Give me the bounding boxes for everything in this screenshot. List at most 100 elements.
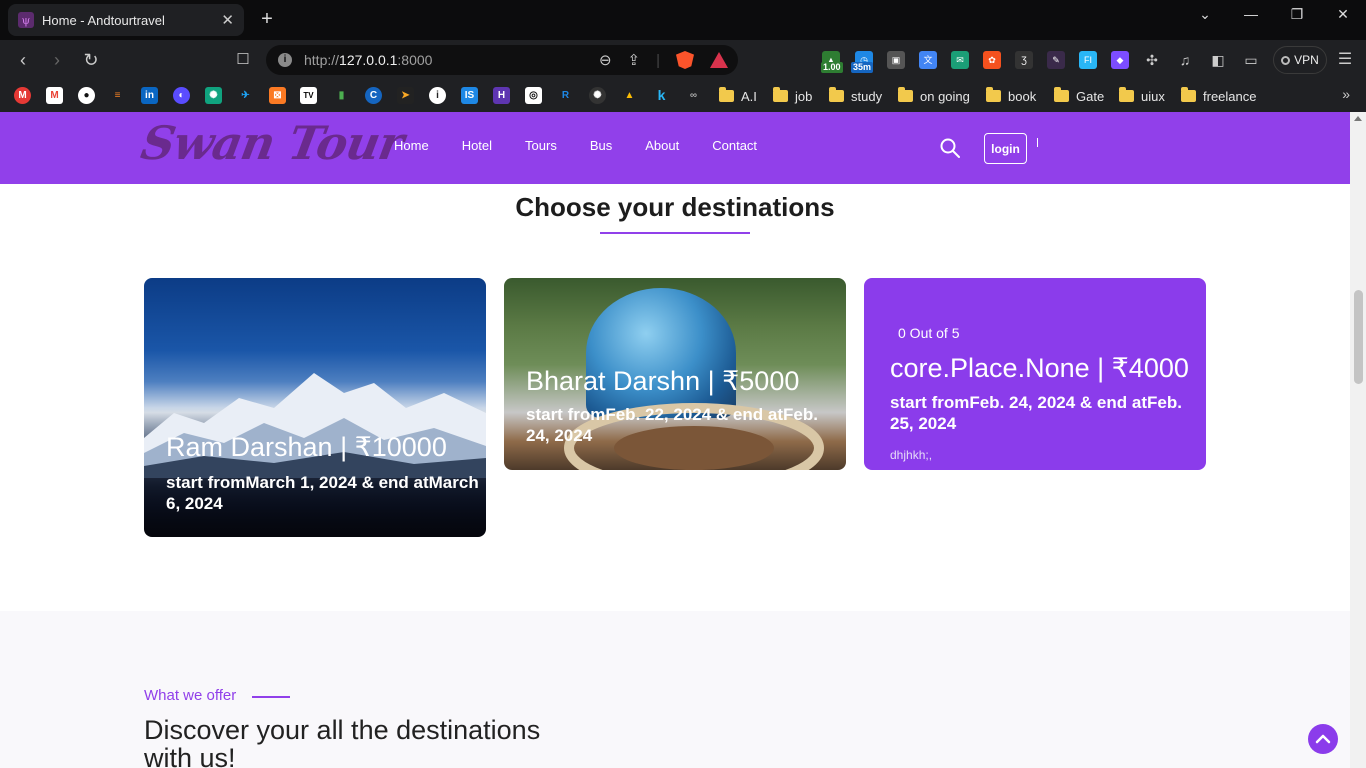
nav-about[interactable]: About <box>645 138 679 153</box>
bookmark-r-icon[interactable]: R <box>557 87 574 104</box>
bookmark-c-icon[interactable]: C <box>365 87 382 104</box>
extension-glyph-icon[interactable]: Ʒ <box>1015 51 1033 69</box>
bookmark-bird-icon[interactable]: ✈ <box>237 87 254 104</box>
bookmarks-overflow-icon[interactable]: » <box>1342 86 1350 102</box>
bookmark-folder-freelance[interactable]: freelance <box>1181 86 1256 106</box>
nav-home[interactable]: Home <box>394 138 429 153</box>
bookmark-messenger-icon[interactable]: ◐ <box>173 87 190 104</box>
new-tab-icon[interactable]: + <box>256 8 278 30</box>
bookmark-tv-icon[interactable]: TV <box>300 87 317 104</box>
card-dates: start fromFeb. 22, 2024 & end atFeb. 24,… <box>526 405 818 445</box>
bookmark-openai-icon[interactable]: ✺ <box>589 87 606 104</box>
tab-title: Home - Andtourtravel <box>42 12 165 28</box>
share-icon[interactable]: ⇪ <box>628 51 641 69</box>
folder-icon <box>773 87 788 102</box>
bookmark-chatgpt-icon[interactable]: ✺ <box>205 87 222 104</box>
site-info-icon[interactable]: i <box>278 53 292 67</box>
search-icon[interactable] <box>940 138 960 158</box>
bookmark-stackoverflow-icon[interactable]: ≡ <box>109 87 126 104</box>
bookmark-page-icon[interactable]: ☐ <box>232 49 254 71</box>
offer-tag-line <box>252 696 290 698</box>
card-title: core.Place.None | ₹4000 <box>890 353 1189 383</box>
bookmark-folder-ai[interactable]: A.I <box>719 86 757 106</box>
extension-mail-icon[interactable]: ✉ <box>951 51 969 69</box>
minimize-window-icon[interactable]: — <box>1236 6 1266 26</box>
reload-icon[interactable]: ↻ <box>80 49 102 71</box>
scrollbar-thumb[interactable] <box>1354 290 1363 384</box>
bookmark-xampp-icon[interactable]: ⊠ <box>269 87 286 104</box>
bookmark-folder-uiux[interactable]: uiux <box>1119 86 1165 106</box>
bookmark-arrow-icon[interactable]: ➤ <box>397 87 414 104</box>
browser-tab-active[interactable]: ψ Home - Andtourtravel ✕ <box>8 4 244 36</box>
folder-icon <box>1181 87 1196 102</box>
scroll-to-top-button[interactable] <box>1308 724 1338 754</box>
address-bar[interactable]: i http://127.0.0.1:8000 ⊖ ⇪ | <box>266 45 738 75</box>
card-title: Ram Darshan | ₹10000 <box>166 432 447 462</box>
vpn-button[interactable]: VPN <box>1273 46 1327 74</box>
bookmark-h-icon[interactable]: H <box>493 87 510 104</box>
browser-tab-bar: ψ Home - Andtourtravel ✕ + ⌄ — ❐ ✕ <box>0 0 1366 40</box>
bookmark-drive-icon[interactable]: ▲ <box>621 87 638 104</box>
bookmark-folder-job[interactable]: job <box>773 86 812 106</box>
destination-card-core-place[interactable]: 0 Out of 5 core.Place.None | ₹4000 start… <box>864 278 1206 470</box>
folder-icon <box>719 87 734 102</box>
card-rating: 0 Out of 5 <box>898 325 960 341</box>
destination-card-bharat-darshn[interactable]: Bharat Darshn | ₹5000 start fromFeb. 22,… <box>504 278 846 470</box>
page-viewport: Swan Tour Home Hotel Tours Bus About Con… <box>0 112 1366 768</box>
bookmark-gmail-icon[interactable]: M <box>46 87 63 104</box>
bookmark-folder-study[interactable]: study <box>829 86 882 106</box>
card-description: dhjhkh;, <box>890 448 933 462</box>
bookmark-m-icon[interactable]: M <box>14 87 31 104</box>
page-scrollbar[interactable] <box>1350 112 1366 768</box>
extension-drop-icon[interactable]: ◆ <box>1111 51 1129 69</box>
extension-paw-icon[interactable]: ✿ <box>983 51 1001 69</box>
bookmark-info-icon[interactable]: i <box>429 87 446 104</box>
brave-shields-icon[interactable] <box>676 51 694 69</box>
back-icon[interactable]: ‹ <box>12 49 34 71</box>
bookmark-loop-icon[interactable]: ∞ <box>685 87 702 104</box>
extensions-puzzle-icon[interactable]: ✣ <box>1143 51 1161 69</box>
nav-contact[interactable]: Contact <box>712 138 757 153</box>
media-music-icon[interactable]: ♫ <box>1176 51 1194 69</box>
login-button[interactable]: login <box>984 133 1027 164</box>
destination-card-ram-darshan[interactable]: Ram Darshan | ₹10000 start fromMarch 1, … <box>144 278 486 537</box>
title-underline <box>600 232 750 234</box>
forward-icon[interactable]: › <box>46 49 68 71</box>
restore-window-icon[interactable]: ❐ <box>1282 6 1312 26</box>
bookmark-linkedin-icon[interactable]: in <box>141 87 158 104</box>
tab-close-icon[interactable]: ✕ <box>221 11 234 29</box>
bookmark-chart-icon[interactable]: ▮ <box>333 87 350 104</box>
bookmark-k-icon[interactable]: k <box>653 87 670 104</box>
extension-window-icon[interactable]: ▣ <box>887 51 905 69</box>
site-logo[interactable]: Swan Tour <box>137 116 407 170</box>
tab-search-chevron-icon[interactable]: ⌄ <box>1190 6 1220 26</box>
chevron-up-icon <box>1315 734 1331 744</box>
bookmark-folder-gate[interactable]: Gate <box>1054 86 1104 106</box>
card-dates: start fromFeb. 24, 2024 & end atFeb. 25,… <box>890 393 1182 433</box>
url-port: :8000 <box>397 52 433 68</box>
wallet-icon[interactable]: ▭ <box>1242 51 1260 69</box>
scroll-up-icon[interactable] <box>1354 116 1362 121</box>
extension-badge-1: 1.00 <box>821 62 843 73</box>
bookmark-is-icon[interactable]: IS <box>461 87 478 104</box>
bookmark-box-icon[interactable]: ◎ <box>525 87 542 104</box>
nav-hotel[interactable]: Hotel <box>462 138 492 153</box>
close-window-icon[interactable]: ✕ <box>1328 6 1358 26</box>
bookmark-folder-book[interactable]: book <box>986 86 1036 106</box>
nav-bus[interactable]: Bus <box>590 138 612 153</box>
folder-icon <box>1119 87 1134 102</box>
nav-tours[interactable]: Tours <box>525 138 557 153</box>
bookmarks-bar: M M ● ≡ in ◐ ✺ ✈ ⊠ TV ▮ C ➤ i IS H ◎ R ✺… <box>0 80 1366 112</box>
zoom-icon[interactable]: ⊖ <box>599 51 612 69</box>
offer-title: Discover your all the destinations with … <box>144 715 541 768</box>
extension-fi-icon[interactable]: FI <box>1079 51 1097 69</box>
brave-rewards-icon[interactable] <box>710 52 728 68</box>
bookmark-github-icon[interactable]: ● <box>78 87 95 104</box>
sidebar-toggle-icon[interactable]: ◧ <box>1209 51 1227 69</box>
extension-pen-icon[interactable]: ✎ <box>1047 51 1065 69</box>
extension-badge-2: 35m <box>851 62 874 73</box>
site-header: Swan Tour Home Hotel Tours Bus About Con… <box>0 112 1350 184</box>
bookmark-folder-on-going[interactable]: on going <box>898 86 970 106</box>
browser-menu-icon[interactable]: ☰ <box>1334 49 1356 71</box>
extension-translate-icon[interactable]: 文 <box>919 51 937 69</box>
